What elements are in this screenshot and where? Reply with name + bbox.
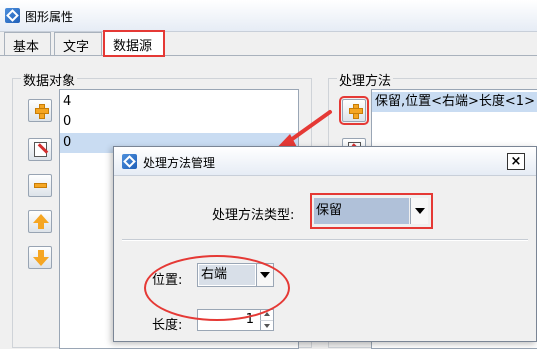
chevron-down-icon xyxy=(264,324,270,328)
list-item[interactable]: 0 xyxy=(60,112,298,132)
add-data-object-button[interactable] xyxy=(28,99,52,122)
stepper-up-button[interactable] xyxy=(260,310,273,320)
tab-text[interactable]: 文字 xyxy=(54,32,102,55)
method-type-select[interactable]: 保留 xyxy=(310,193,433,229)
processing-methods-label: 处理方法 xyxy=(337,70,394,89)
position-label: 位置: xyxy=(152,273,183,288)
dropdown-button[interactable] xyxy=(410,198,428,224)
processing-method-dialog: 处理方法管理 × 处理方法类型: 保留 位置: 右端 长度: 1 xyxy=(113,146,537,342)
dialog-titlebar: 处理方法管理 × xyxy=(114,147,536,176)
length-stepper[interactable]: 1 xyxy=(197,309,274,331)
window-title: 图形属性 xyxy=(25,10,74,24)
dialog-title: 处理方法管理 xyxy=(143,156,216,170)
method-type-label: 处理方法类型: xyxy=(212,208,295,223)
plus-icon xyxy=(35,104,49,119)
remove-data-object-button[interactable] xyxy=(28,174,52,197)
plus-icon xyxy=(349,104,363,119)
add-processing-method-button[interactable] xyxy=(339,96,369,125)
edit-data-object-button[interactable] xyxy=(28,138,52,161)
chevron-down-icon xyxy=(260,272,270,278)
position-value: 右端 xyxy=(199,265,255,285)
edit-icon xyxy=(34,142,47,157)
length-value[interactable]: 1 xyxy=(198,310,258,330)
move-down-button[interactable] xyxy=(28,246,52,269)
stepper-down-button[interactable] xyxy=(260,320,273,330)
list-item-selected[interactable]: 保留,位置<右端>长度<1> xyxy=(372,92,537,112)
app-diamond-icon xyxy=(122,154,137,169)
chevron-up-icon xyxy=(264,312,270,316)
dropdown-button[interactable] xyxy=(256,264,273,286)
chevron-down-icon xyxy=(415,208,425,214)
close-button[interactable]: × xyxy=(507,153,525,170)
window-titlebar: 图形属性 xyxy=(0,0,537,32)
position-select[interactable]: 右端 xyxy=(197,263,274,287)
data-objects-label: 数据对象 xyxy=(21,70,78,89)
divider xyxy=(122,239,528,241)
move-up-button[interactable] xyxy=(28,210,52,233)
app-diamond-icon xyxy=(5,8,20,23)
method-type-value: 保留 xyxy=(314,198,409,224)
list-item[interactable]: 4 xyxy=(60,92,298,112)
tab-datasource[interactable]: 数据源 xyxy=(103,30,165,57)
minus-icon xyxy=(34,183,47,188)
arrow-down-icon xyxy=(33,257,49,266)
tab-basic[interactable]: 基本 xyxy=(4,32,51,55)
length-label: 长度: xyxy=(152,318,183,333)
